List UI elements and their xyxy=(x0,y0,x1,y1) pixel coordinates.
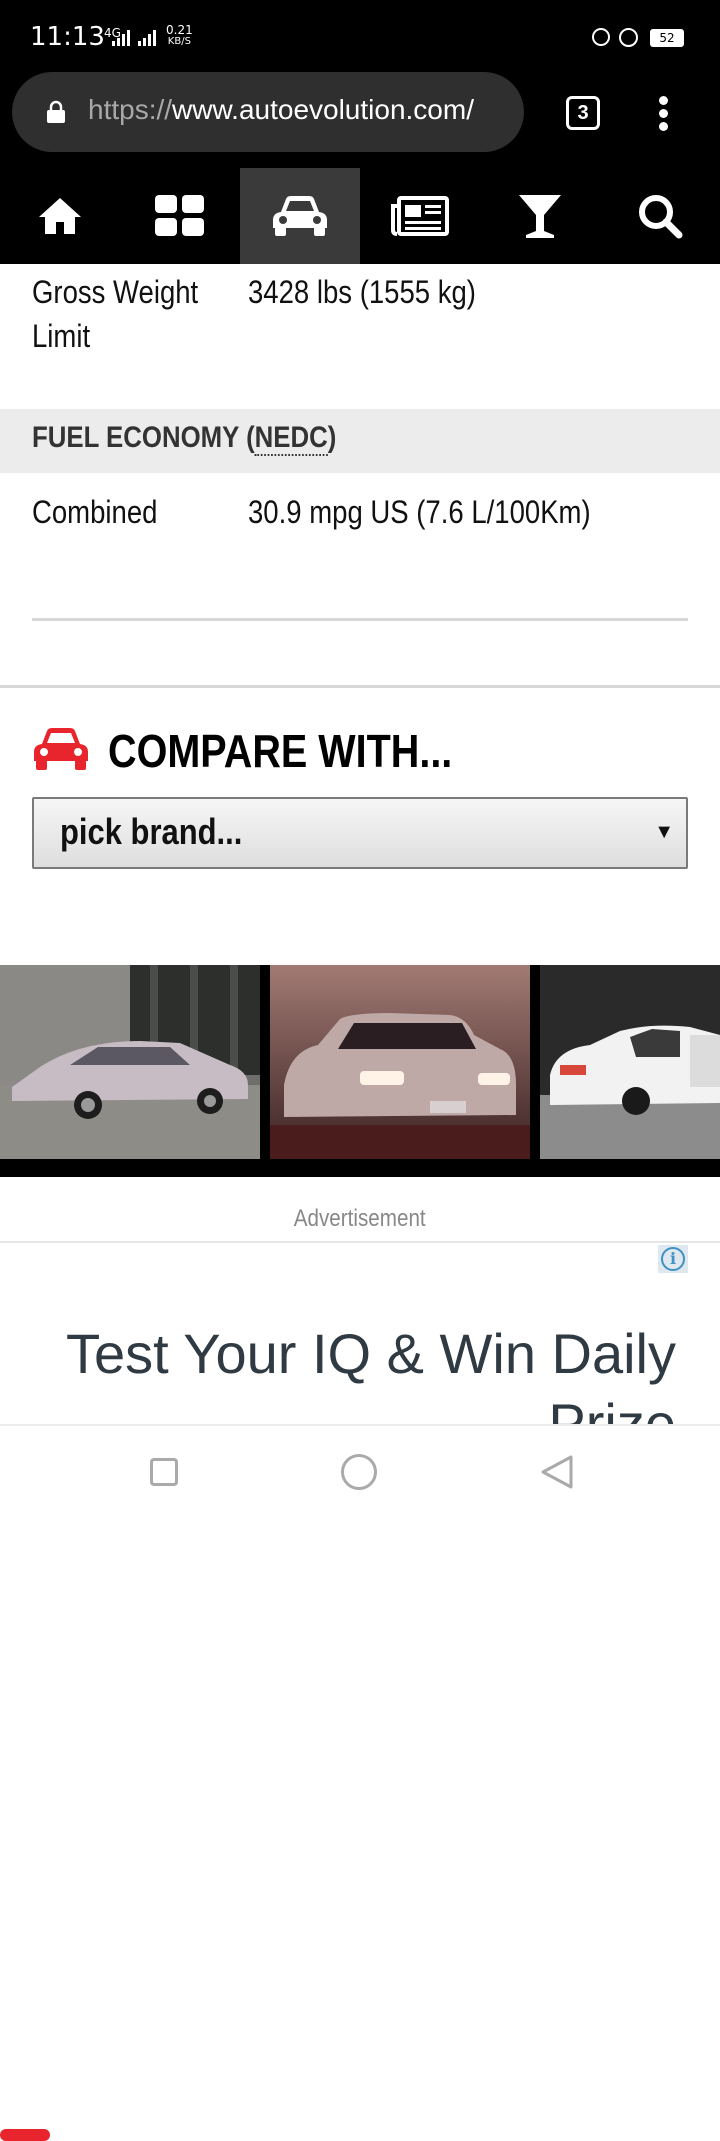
car-photo-3 xyxy=(540,965,720,1159)
net-speed-unit: KB/S xyxy=(167,36,191,47)
back-icon[interactable] xyxy=(540,1454,574,1490)
alarm-icon xyxy=(619,28,638,47)
section-title-close: ) xyxy=(327,421,337,454)
overflow-menu-icon[interactable] xyxy=(652,96,676,132)
spec-label-line2: Limit xyxy=(32,318,91,354)
nav-news[interactable] xyxy=(360,168,480,264)
signal-icon-2 xyxy=(138,30,156,46)
ad-info-icon[interactable]: i xyxy=(658,1245,688,1273)
url-scheme: https:// xyxy=(88,94,173,125)
compare-title: COMPARE WITH... xyxy=(108,725,453,777)
site-nav xyxy=(0,168,720,264)
lock-icon xyxy=(47,100,65,123)
dropdown-arrow-icon: ▼ xyxy=(654,821,674,843)
nav-brands[interactable] xyxy=(120,168,240,264)
gallery-photo[interactable] xyxy=(0,965,260,1159)
section-title: FUEL ECONOMY (NEDC) xyxy=(32,421,337,456)
home-icon xyxy=(39,198,81,234)
signal-icon xyxy=(112,30,130,46)
spec-label-line1: Gross Weight xyxy=(32,274,199,310)
brand-select-value: pick brand... xyxy=(60,811,243,852)
news-icon xyxy=(391,196,449,236)
car-photo-1 xyxy=(0,965,260,1159)
car-icon xyxy=(34,728,88,770)
ad-banner[interactable]: i Test Your IQ & Win Daily Prize xyxy=(0,1241,720,1424)
car-photo-2 xyxy=(270,965,530,1159)
home-button-icon[interactable] xyxy=(341,1454,377,1490)
gallery-scroll-indicator xyxy=(0,2129,50,2141)
spec-label: Combined xyxy=(32,494,158,530)
status-time: 11:13 xyxy=(30,22,105,52)
car-icon xyxy=(273,196,327,236)
grid-icon xyxy=(155,195,204,236)
advertisement-label-text: Advertisement xyxy=(294,1205,426,1232)
ad-headline[interactable]: Test Your IQ & Win Daily Prize xyxy=(36,1319,676,1424)
net-speed: 0.21 KB/S xyxy=(166,24,193,48)
status-bar: 11:13 4G 0.21 KB/S 52 xyxy=(0,0,720,72)
rotation-lock-icon xyxy=(592,28,610,46)
battery-icon: 52 xyxy=(650,29,684,47)
browser-toolbar: https://www.autoevolution.com/ 3 xyxy=(0,72,720,168)
system-nav-bar xyxy=(0,1424,720,1520)
spec-value: 3428 lbs (1555 kg) xyxy=(248,274,476,310)
gallery-photo[interactable] xyxy=(270,965,530,1159)
divider xyxy=(32,618,688,621)
gallery-photo[interactable] xyxy=(540,965,720,1159)
nav-home[interactable] xyxy=(0,168,120,264)
nav-lifestyle[interactable] xyxy=(480,168,600,264)
divider xyxy=(0,685,720,688)
spec-label: Gross Weight Limit xyxy=(32,270,198,358)
search-icon xyxy=(639,195,683,239)
section-title-text: FUEL ECONOMY ( xyxy=(32,421,255,454)
nav-search[interactable] xyxy=(600,168,720,264)
recent-apps-icon[interactable] xyxy=(150,1458,178,1486)
section-header-fuel-economy: FUEL ECONOMY (NEDC) xyxy=(0,409,720,473)
photo-gallery[interactable] xyxy=(0,965,720,2141)
info-glyph: i xyxy=(661,1247,685,1271)
url-text[interactable]: https://www.autoevolution.com/ xyxy=(88,94,474,126)
nav-cars[interactable] xyxy=(240,168,360,264)
tab-switcher-button[interactable]: 3 xyxy=(566,96,600,130)
net-speed-value: 0.21 xyxy=(166,23,193,37)
spec-value: 30.9 mpg US (7.6 L/100Km) xyxy=(248,494,591,530)
advertisement-label: Advertisement xyxy=(0,1205,720,1233)
url-host: www.autoevolution.com/ xyxy=(172,94,474,125)
brand-select[interactable]: pick brand... ▼ xyxy=(32,797,688,869)
nedc-abbreviation[interactable]: NEDC xyxy=(254,421,328,456)
cocktail-icon xyxy=(519,195,561,238)
address-bar[interactable]: https://www.autoevolution.com/ xyxy=(12,72,524,152)
